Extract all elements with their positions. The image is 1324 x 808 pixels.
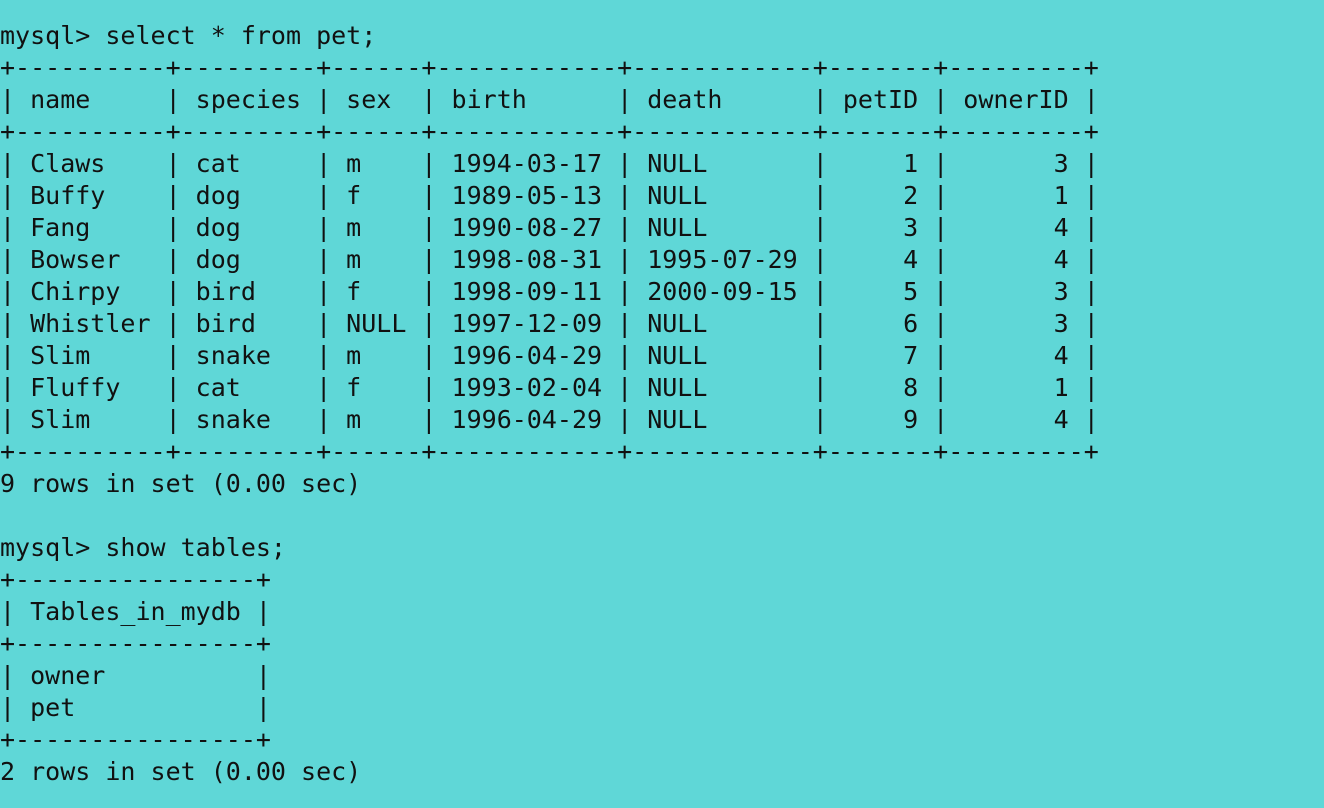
table-header-row: | name | species | sex | birth | death |… — [0, 85, 1099, 114]
table-row: | Claws | cat | m | 1994-03-17 | NULL | … — [0, 149, 1099, 178]
result-summary: 2 rows in set (0.00 sec) — [0, 757, 362, 786]
table-row: | Slim | snake | m | 1996-04-29 | NULL |… — [0, 341, 1099, 370]
table-row: | owner | — [0, 661, 271, 690]
result-summary: 9 rows in set (0.00 sec) — [0, 469, 362, 498]
table-row: | Buffy | dog | f | 1989-05-13 | NULL | … — [0, 181, 1099, 210]
table-row: | Fang | dog | m | 1990-08-27 | NULL | 3… — [0, 213, 1099, 242]
table-border: +----------+---------+------+-----------… — [0, 117, 1099, 146]
table-row: | Whistler | bird | NULL | 1997-12-09 | … — [0, 309, 1099, 338]
table-border: +----------+---------+------+-----------… — [0, 53, 1099, 82]
command-prompt-select: mysql> select * from pet; — [0, 21, 377, 50]
table-border: +----------------+ — [0, 629, 271, 658]
table-border: +----------------+ — [0, 725, 271, 754]
terminal-window[interactable]: mysql> select * from pet; +----------+--… — [0, 20, 1324, 788]
table-row: | Slim | snake | m | 1996-04-29 | NULL |… — [0, 405, 1099, 434]
table-row: | Bowser | dog | m | 1998-08-31 | 1995-0… — [0, 245, 1099, 274]
command-prompt-show-tables: mysql> show tables; — [0, 533, 286, 562]
table-border: +----------------+ — [0, 565, 271, 594]
table-border: +----------+---------+------+-----------… — [0, 437, 1099, 466]
table-row: | pet | — [0, 693, 271, 722]
table-row: | Fluffy | cat | f | 1993-02-04 | NULL |… — [0, 373, 1099, 402]
table-header-row: | Tables_in_mydb | — [0, 597, 271, 626]
table-row: | Chirpy | bird | f | 1998-09-11 | 2000-… — [0, 277, 1099, 306]
